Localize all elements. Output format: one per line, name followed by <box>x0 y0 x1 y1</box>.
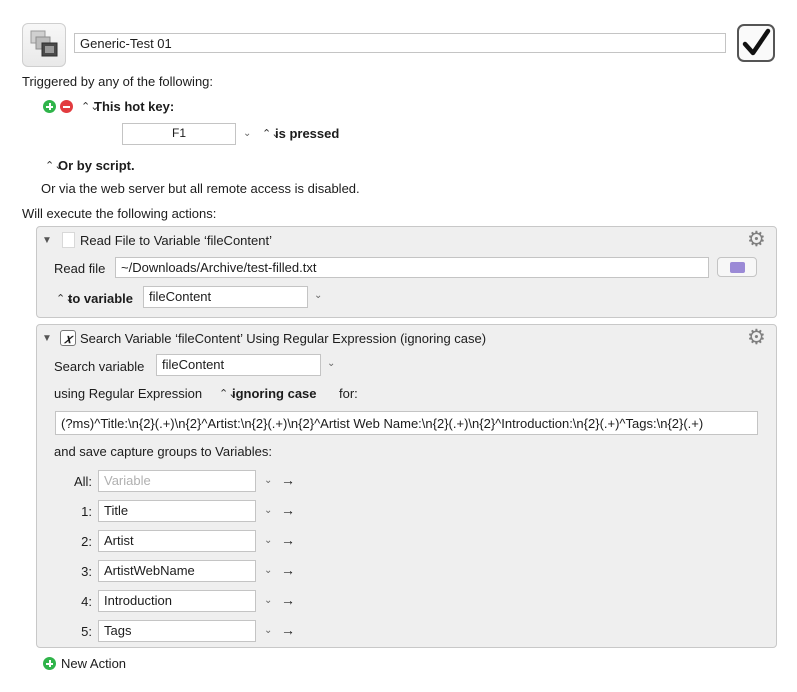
capture-4-chevron-icon[interactable]: ⌄ <box>264 595 272 606</box>
capture-variable-3[interactable]: ArtistWebName <box>98 560 256 582</box>
regex-field[interactable]: (?ms)^Title:\n{2}(.+)\n{2}^Artist:\n{2}(… <box>55 411 758 435</box>
capture-2-arrow-icon[interactable]: → <box>281 532 295 548</box>
choose-file-button[interactable] <box>717 257 757 277</box>
document-icon <box>62 232 75 248</box>
capture-variable-2[interactable]: Artist <box>98 530 256 552</box>
regex-variable-icon: 𝑥 <box>60 330 76 346</box>
capture-label-all: All: <box>73 474 92 489</box>
capture-2-chevron-icon[interactable]: ⌄ <box>264 535 272 546</box>
capture-all-chevron-icon[interactable]: ⌄ <box>264 475 272 486</box>
capture-variable-4[interactable]: Introduction <box>98 590 256 612</box>
save-capture-groups-label: and save capture groups to Variables: <box>54 444 273 459</box>
search-variable-chevron-icon[interactable]: ⌄ <box>327 358 335 369</box>
macro-windows-icon <box>30 30 58 57</box>
add-trigger-icon[interactable] <box>43 100 56 113</box>
file-path-field[interactable]: ~/Downloads/Archive/test-filled.txt <box>115 257 709 278</box>
search-variable-label: Search variable <box>54 359 145 374</box>
new-action-plus-icon[interactable] <box>43 657 56 670</box>
capture-variable-placeholder: Variable <box>104 473 151 488</box>
search-variable-disclosure-triangle-icon[interactable]: ▼ <box>42 333 52 344</box>
capture-label-1: 1: <box>81 504 92 519</box>
actions-heading: Will execute the following actions: <box>22 206 217 221</box>
read-file-variable-chevron-icon[interactable]: ⌄ <box>314 290 322 301</box>
capture-label-2: 2: <box>81 534 92 549</box>
read-file-action-title[interactable]: Read File to Variable ‘fileContent’ <box>80 233 272 248</box>
search-variable-gear-icon[interactable]: ⚙ <box>747 327 766 348</box>
capture-variable-5[interactable]: Tags <box>98 620 256 642</box>
capture-label-3: 3: <box>81 564 92 579</box>
script-trigger-label[interactable]: Or by script. <box>58 158 135 173</box>
checkmark-icon <box>742 28 771 56</box>
capture-variable-1[interactable]: Title <box>98 500 256 522</box>
capture-5-arrow-icon[interactable]: → <box>281 622 295 638</box>
capture-label-5: 5: <box>81 624 92 639</box>
capture-3-chevron-icon[interactable]: ⌄ <box>264 565 272 576</box>
hotkey-condition-label[interactable]: is pressed <box>275 126 339 141</box>
new-action-button[interactable]: New Action <box>61 656 126 671</box>
read-file-gear-icon[interactable]: ⚙ <box>747 229 766 250</box>
to-variable-label[interactable]: to variable <box>68 291 133 306</box>
capture-5-chevron-icon[interactable]: ⌄ <box>264 625 272 636</box>
capture-1-arrow-icon[interactable]: → <box>281 502 295 518</box>
macro-enabled-checkbox[interactable] <box>737 24 775 62</box>
hotkey-field[interactable]: F1 <box>122 123 236 145</box>
capture-all-arrow-icon[interactable]: → <box>281 472 295 488</box>
capture-1-chevron-icon[interactable]: ⌄ <box>264 505 272 516</box>
capture-3-arrow-icon[interactable]: → <box>281 562 295 578</box>
for-label: for: <box>339 386 358 401</box>
hotkey-dropdown-chevron-icon[interactable]: ⌄ <box>243 128 251 139</box>
hotkey-trigger-label[interactable]: This hot key: <box>94 99 174 114</box>
triggers-heading: Triggered by any of the following: <box>22 74 214 89</box>
read-file-label: Read file <box>54 261 106 276</box>
remove-trigger-icon[interactable] <box>60 100 73 113</box>
macro-group-icon[interactable] <box>22 23 66 67</box>
capture-variable-all[interactable]: Variable <box>98 470 256 492</box>
capture-label-4: 4: <box>81 594 92 609</box>
read-file-disclosure-triangle-icon[interactable]: ▼ <box>42 235 52 246</box>
case-option-label[interactable]: ignoring case <box>232 386 317 401</box>
using-regex-label: using Regular Expression <box>54 386 203 401</box>
web-server-note: Or via the web server but all remote acc… <box>41 181 360 196</box>
macro-name-field[interactable]: Generic-Test 01 <box>74 33 726 53</box>
folder-icon <box>730 262 745 273</box>
search-variable-field[interactable]: fileContent <box>156 354 321 376</box>
read-file-variable-field[interactable]: fileContent <box>143 286 308 308</box>
search-variable-action-title[interactable]: Search Variable ‘fileContent’ Using Regu… <box>80 331 486 346</box>
capture-4-arrow-icon[interactable]: → <box>281 592 295 608</box>
